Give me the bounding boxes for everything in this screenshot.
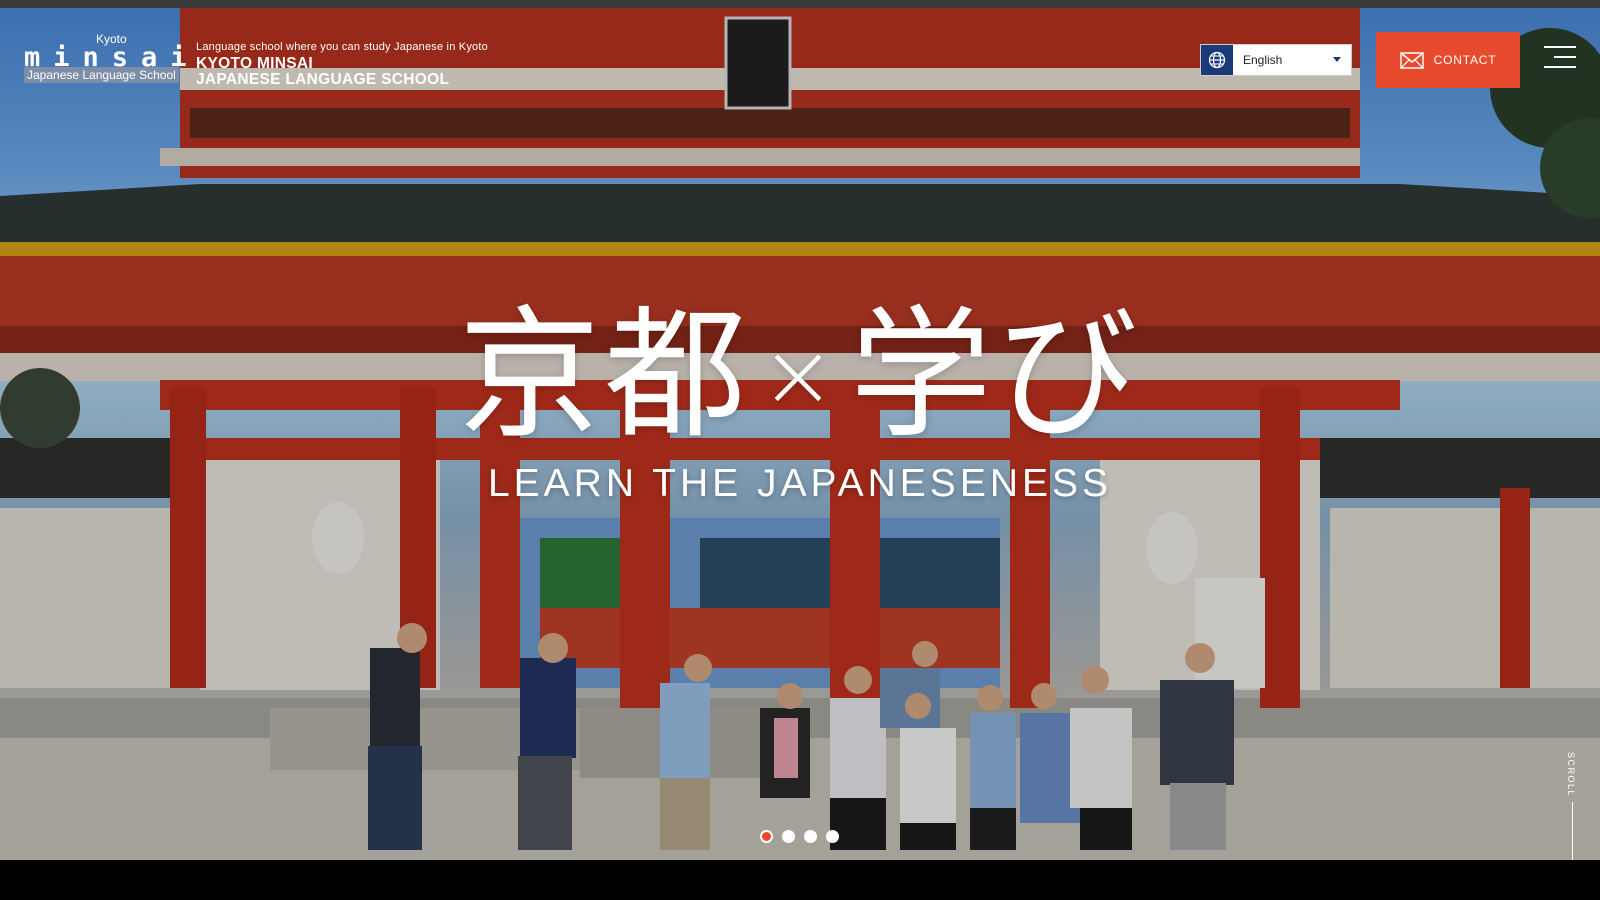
site-tagline: Language school where you can study Japa… [196, 41, 488, 53]
hero-headline-jp: 京都 ×学び [0, 296, 1600, 456]
slider-pagination [760, 830, 839, 843]
hamburger-menu-icon[interactable] [1544, 46, 1576, 68]
hero-slider: Kyoto minsai Japanese Language School La… [0, 8, 1600, 860]
language-select-value: English [1243, 53, 1283, 67]
headline-kyoto: 京都 [458, 293, 751, 458]
chevron-down-icon [1333, 57, 1341, 62]
scroll-line [1572, 802, 1573, 860]
slider-dot-4[interactable] [826, 830, 839, 843]
hero-headline-en: LEARN THE JAPANESENESS [487, 462, 1113, 505]
envelope-icon [1399, 51, 1424, 69]
headline-cross: × [760, 323, 840, 428]
globe-icon [1201, 45, 1233, 75]
site-logo[interactable]: Kyoto minsai Japanese Language School [24, 32, 187, 84]
scroll-label: SCROLL [1566, 752, 1576, 798]
school-title-block: Language school where you can study Japa… [196, 41, 488, 88]
slider-dot-1[interactable] [760, 830, 773, 843]
slider-dot-3[interactable] [804, 830, 817, 843]
hero-headline: 京都 ×学び LEARN THE JAPANESENESS [0, 296, 1600, 506]
school-name-line1: KYOTO MINSAI [196, 55, 313, 72]
scroll-indicator[interactable]: SCROLL [1566, 752, 1580, 860]
school-name-line2: JAPANESE LANGUAGE SCHOOL [196, 71, 450, 88]
contact-button[interactable]: CONTACT [1376, 32, 1520, 88]
language-select[interactable]: English [1200, 44, 1352, 76]
slider-dot-2[interactable] [782, 830, 795, 843]
contact-button-label: CONTACT [1433, 53, 1497, 67]
logo-subtitle: Japanese Language School [24, 67, 179, 83]
headline-manabi: 学び [849, 293, 1142, 458]
window-top-bar [0, 0, 1600, 8]
